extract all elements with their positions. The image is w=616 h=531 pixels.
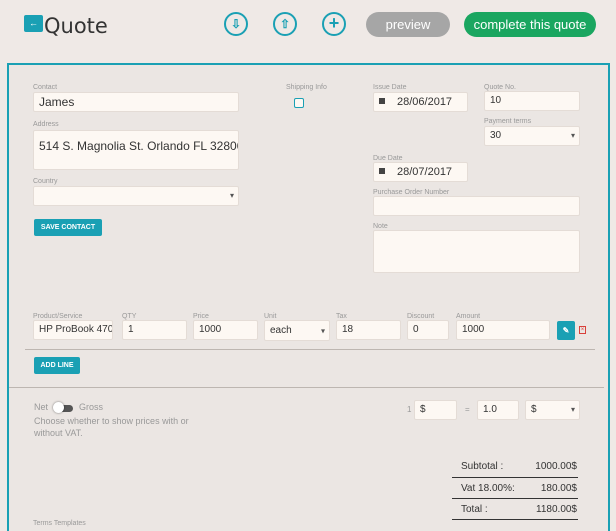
net-gross-toggle[interactable] [53,402,73,413]
po-number-input[interactable] [373,196,580,216]
tax-header: Tax [336,313,347,320]
po-number-label: Purchase Order Number [373,189,450,196]
issue-date-label: Issue Date [373,84,407,91]
edit-line-icon[interactable]: ✎ [557,321,575,340]
from-currency-input[interactable]: $ [414,400,457,420]
due-date-label: Due Date [373,155,403,162]
address-input[interactable]: 514 S. Magnolia St. Orlando FL 32806 [33,130,239,170]
contact-label: Contact [33,84,58,91]
vat-value: 180.00$ [540,483,577,494]
save-contact-button[interactable]: SAVE CONTACT [34,219,102,236]
contact-input[interactable]: James [33,92,239,112]
amount-header: Amount [456,313,481,320]
complete-quote-button[interactable]: complete this quote [464,12,596,37]
qty-input[interactable]: 1 [122,320,187,340]
net-label: Net [34,402,49,412]
top-bar: ← Quote ⇩ ⇧ + preview complete this quot… [0,0,616,60]
amount-input[interactable]: 1000 [456,320,550,340]
issue-date-value: 28/06/2017 [397,96,453,108]
gross-label: Gross [79,402,104,412]
vat-help-text-2: without VAT. [34,428,83,438]
subtotal-label: Subtotal : [461,461,504,472]
quote-no-label: Quote No. [484,84,516,91]
divider [25,349,595,350]
total-value: 1180.00$ [536,504,577,515]
price-header: Price [193,313,209,320]
unit-header: Unit [264,313,277,320]
product-input[interactable]: HP ProBook 470 G4 [33,320,113,340]
country-select[interactable] [33,186,239,206]
discount-input[interactable]: 0 [407,320,449,340]
payment-terms-label: Payment terms [484,118,532,125]
preview-button[interactable]: preview [366,12,450,37]
add-icon[interactable]: + [322,12,346,36]
totals-divider [452,477,578,478]
due-date-input[interactable]: 28/07/2017 [373,162,468,182]
shipping-info-label: Shipping Info [286,84,327,91]
calendar-icon [379,98,385,105]
address-label: Address [33,121,59,128]
save-send-icon[interactable]: ⇧ [273,12,297,36]
terms-templates-label: Terms Templates [33,520,86,527]
total-label: Total : [461,504,488,515]
product-header: Product/Service [33,313,83,320]
add-line-button[interactable]: ADD LINE [34,357,80,374]
currency-prefix: 1 [407,405,412,414]
divider [9,387,604,388]
note-label: Note [373,223,388,230]
calendar-icon [379,168,385,175]
page-title: Quote [44,14,108,38]
discount-header: Discount [407,313,435,320]
issue-date-input[interactable]: 28/06/2017 [373,92,468,112]
quote-form-card: Contact James Address 514 S. Magnolia St… [7,63,610,531]
tax-input[interactable]: 18 [336,320,401,340]
totals-divider [452,498,578,499]
exchange-rate-input[interactable]: 1.0 [477,400,519,420]
save-icon[interactable]: ⇩ [224,12,248,36]
vat-help-text-1: Choose whether to show prices with or [34,416,189,426]
price-input[interactable]: 1000 [193,320,258,340]
to-currency-select[interactable]: $ [525,400,580,420]
note-textarea[interactable] [373,230,580,273]
unit-select[interactable]: each [264,320,330,341]
delete-line-icon[interactable]: × [579,326,586,334]
back-arrow-icon[interactable]: ← [24,15,43,32]
country-label: Country [33,178,58,185]
due-date-value: 28/07/2017 [397,166,453,178]
subtotal-value: 1000.00$ [535,461,577,472]
shipping-info-checkbox[interactable] [294,98,304,108]
equals-sign: = [465,405,470,414]
quote-no-input[interactable]: 10 [484,91,580,111]
totals-divider [452,519,578,520]
payment-terms-select[interactable]: 30 [484,126,580,146]
qty-header: QTY [122,313,137,320]
